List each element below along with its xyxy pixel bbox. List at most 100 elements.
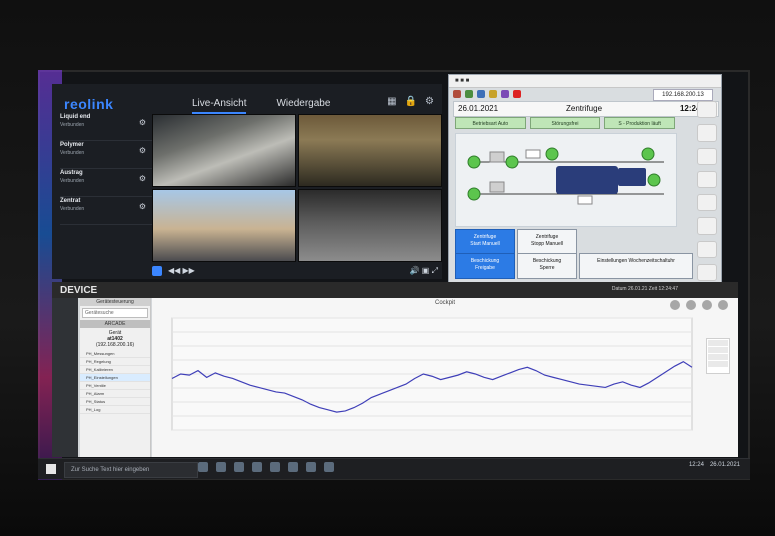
start-manual-button[interactable]: Zentrifuge Start Manuell <box>455 229 515 255</box>
device-topbar: DEVICE Datum 26.01.21 Zeit 12:24:47 <box>52 282 738 298</box>
globe-icon[interactable] <box>697 147 717 165</box>
reolink-window: reolink Live-Ansicht Wiedergabe ▦ 🔒 ⚙ Li… <box>52 84 442 279</box>
device-item-austrag[interactable]: Austrag Verbunden ⚙ <box>60 170 152 197</box>
reolink-logo: reolink <box>64 96 114 112</box>
zentrifuge-buttons: Zentrifuge Start Manuell Zentrifuge Stopp … <box>455 229 715 279</box>
status-production: S - Produktion läuft <box>604 117 676 129</box>
device-list-item[interactable]: PH_Ventile <box>80 382 150 390</box>
app-icon[interactable] <box>216 462 226 472</box>
chart-icon[interactable] <box>697 194 717 212</box>
process-diagram-svg <box>456 134 676 226</box>
app-icon[interactable] <box>324 462 334 472</box>
taskbar-apps <box>198 462 334 472</box>
device-item-polymer[interactable]: Polymer Verbunden ⚙ <box>60 142 152 169</box>
windows-taskbar: Zur Suche Text hier eingeben 12:24 26.01… <box>38 458 750 479</box>
device-item-zentrat[interactable]: Zentrat Verbunden ⚙ <box>60 198 152 225</box>
playback-controls: ◀◀ ▶▶ 🔊 ▣ ⤢ <box>152 266 442 278</box>
lock-icon[interactable]: 🔒 <box>405 96 417 107</box>
undo-icon[interactable] <box>697 124 717 142</box>
device-logo: DEVICE <box>60 285 98 296</box>
device-list-item-selected[interactable]: PH_Einstellungen <box>80 374 150 382</box>
status-fault: Störungsfrei <box>529 117 601 129</box>
device-settings-icon[interactable]: ⚙ <box>139 146 146 155</box>
taskbar-search-input[interactable]: Zur Suche Text hier eingeben <box>64 462 198 478</box>
device-settings-icon[interactable]: ⚙ <box>139 174 146 183</box>
camera-feed-2[interactable] <box>298 114 442 187</box>
app-icon[interactable] <box>234 462 244 472</box>
toolbar-icon[interactable] <box>465 90 473 98</box>
status-strip: Betriebsart Auto Störungsfrei S - Produk… <box>455 117 676 129</box>
feeding-lock-button[interactable]: Beschickung Sperre <box>517 253 577 279</box>
toolbar-icon[interactable] <box>489 90 497 98</box>
stop-manual-button[interactable]: Zentrifuge Stopp Manuell <box>517 229 577 255</box>
process-diagram <box>455 133 677 227</box>
device-status-bar: ARCADE <box>80 320 150 328</box>
device-list-item[interactable]: PH_Regelung <box>80 358 150 366</box>
zentrifuge-window: ■ ■ ■ 192.168.200.13 26.01.2021 Zentrifu… <box>448 74 722 284</box>
date: 26.01.2021 <box>458 104 499 113</box>
legend-item <box>708 361 728 367</box>
tray-time: 12:24 <box>688 462 704 468</box>
print-icon[interactable] <box>702 300 712 310</box>
app-icon[interactable] <box>252 462 262 472</box>
reolink-top-icons: ▦ 🔒 ⚙ <box>387 96 434 107</box>
device-settings-icon[interactable]: ⚙ <box>139 118 146 127</box>
calculator-icon[interactable] <box>697 240 717 258</box>
reolink-device-sidebar: Liquid end Verbunden ⚙ Polymer Verbunden… <box>52 114 152 274</box>
clock-icon[interactable] <box>697 170 717 188</box>
device-ip: (192.168.200.16) <box>95 342 135 348</box>
device-search-input[interactable]: Gerätesuche <box>82 308 148 318</box>
settings-icon[interactable]: ⚙ <box>425 96 434 107</box>
tab-playback[interactable]: Wiedergabe <box>276 98 330 114</box>
device-cockpit-window: DEVICE Datum 26.01.21 Zeit 12:24:47 Gerä… <box>52 282 738 457</box>
tab-live-view[interactable]: Live-Ansicht <box>192 98 247 114</box>
camera-feed-4[interactable] <box>298 189 442 262</box>
tray-date: 26.01.2021 <box>709 462 740 468</box>
device-list-panel: Gerätesteuerung Gerätesuche ARCADE Gerät… <box>80 298 151 457</box>
zentrifuge-header: 26.01.2021 Zentrifuge 12:24:53 <box>453 101 719 117</box>
toolbar-icon[interactable] <box>477 90 485 98</box>
legend-item <box>708 354 728 360</box>
zentrifuge-side-icons <box>695 101 719 281</box>
device-item-liquid-end[interactable]: Liquid end Verbunden ⚙ <box>60 114 152 141</box>
camera-feed-3[interactable] <box>152 189 296 262</box>
feeding-release-button[interactable]: Beschickung Freigabe <box>455 253 515 279</box>
device-list-item[interactable]: PH_Log <box>80 406 150 414</box>
audio-fullscreen-icons[interactable]: 🔊 ▣ ⤢ <box>410 266 438 276</box>
page-title: Zentrifuge <box>566 104 603 113</box>
help-icon[interactable] <box>718 300 728 310</box>
device-list-item[interactable]: PH_Alarm <box>80 390 150 398</box>
home-icon[interactable] <box>697 101 717 119</box>
device-list-item[interactable]: PH_Kalibrieren <box>80 366 150 374</box>
legend-item <box>708 347 728 353</box>
app-icon[interactable] <box>288 462 298 472</box>
camera-feed-1[interactable] <box>152 114 296 187</box>
status-mode: Betriebsart Auto <box>455 117 526 129</box>
device-list-item[interactable]: PH_Status <box>80 398 150 406</box>
weekly-timer-settings-button[interactable]: Einstellungen Wochenzeitschaltuhr <box>579 253 693 279</box>
cancel-icon[interactable] <box>670 300 680 310</box>
app-icon[interactable] <box>198 462 208 472</box>
arrow-up-icon[interactable] <box>697 263 717 281</box>
app-icon[interactable] <box>270 462 280 472</box>
device-settings-icon[interactable]: ⚙ <box>139 202 146 211</box>
camera-grid <box>152 114 442 262</box>
toolbar <box>453 89 603 99</box>
play-icon[interactable] <box>152 266 162 276</box>
tools-icon[interactable] <box>686 300 696 310</box>
cockpit-panel: Cockpit <box>152 298 738 457</box>
prev-next-icons[interactable]: ◀◀ ▶▶ <box>168 266 195 275</box>
windows-start-icon[interactable] <box>46 464 56 474</box>
legend-item <box>708 340 728 346</box>
device-list-item[interactable]: PH_Messungen <box>80 350 150 358</box>
book-icon[interactable] <box>697 217 717 235</box>
toolbar-icon[interactable] <box>501 90 509 98</box>
app-icon[interactable] <box>306 462 316 472</box>
chart-legend <box>706 338 730 374</box>
toolbar-icon[interactable] <box>453 90 461 98</box>
device-info: Gerät at1402 (192.168.200.16) <box>80 328 150 350</box>
device-left-rail <box>52 298 78 457</box>
grid-icon[interactable]: ▦ <box>387 96 396 107</box>
cockpit-icons <box>670 300 728 310</box>
toolbar-icon[interactable] <box>513 90 521 98</box>
